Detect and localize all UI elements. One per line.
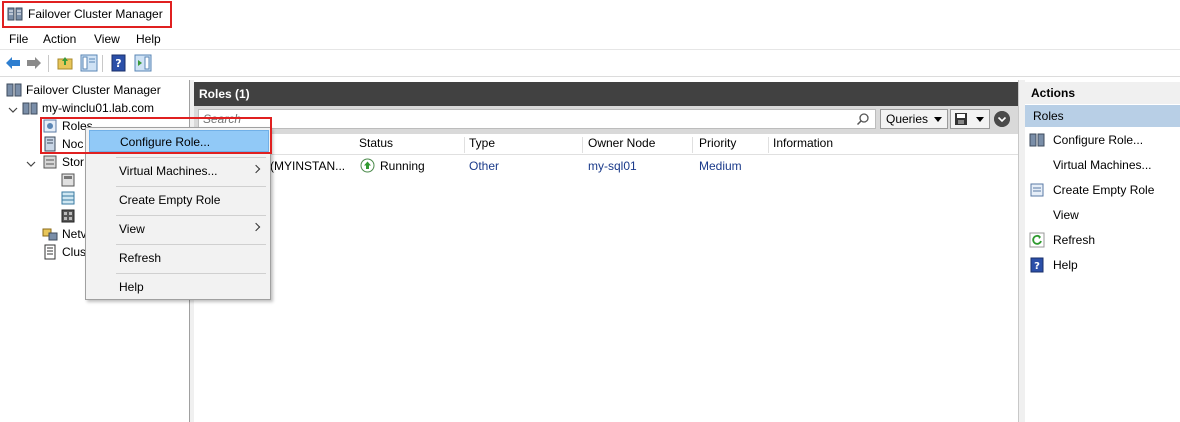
role-status-cell: Running (380, 159, 425, 173)
role-type-cell: Other (469, 159, 500, 173)
pane-splitter-right[interactable] (1018, 80, 1025, 422)
tree-node-storage[interactable]: Stor (42, 154, 84, 172)
queries-button[interactable]: Queries (880, 109, 948, 129)
column-separator[interactable] (582, 137, 583, 153)
tree-node-pools[interactable] (60, 190, 80, 208)
submenu-arrow-icon (251, 164, 261, 174)
storage-icon (43, 155, 57, 169)
column-header-information[interactable]: Information (773, 136, 833, 154)
running-status-icon (360, 158, 375, 173)
column-separator[interactable] (692, 137, 693, 153)
ctx-separator (116, 157, 266, 158)
action-create-empty-role[interactable]: Create Empty Role (1029, 182, 1154, 202)
svg-text:?: ? (115, 57, 121, 70)
column-header-priority[interactable]: Priority (699, 136, 736, 154)
pools-icon (61, 191, 75, 205)
networks-icon (42, 228, 58, 241)
ctx-separator (116, 244, 266, 245)
menu-file[interactable]: File (8, 32, 29, 46)
column-header-type[interactable]: Type (469, 136, 495, 154)
ctx-help[interactable]: Help (89, 276, 269, 298)
toolbar-separator (102, 55, 103, 72)
toolbar-separator (48, 55, 49, 72)
help-icon: ? (1030, 257, 1044, 273)
forward-arrow-icon[interactable] (25, 54, 43, 72)
chevron-down-icon[interactable] (8, 105, 18, 115)
cluster-manager-icon (6, 83, 22, 97)
collapse-chevron-icon[interactable] (994, 111, 1010, 127)
tree-node-networks[interactable]: Netv (42, 226, 87, 244)
tree-node-disks[interactable] (60, 172, 80, 190)
window-title: Failover Cluster Manager (28, 7, 163, 21)
menu-bar: File Action View Help (0, 30, 1180, 50)
show-hide-action-pane-icon[interactable] (134, 54, 152, 72)
action-view[interactable]: View (1029, 207, 1079, 227)
ctx-separator (116, 186, 266, 187)
cluster-manager-icon (7, 7, 23, 21)
ctx-virtual-machines[interactable]: Virtual Machines... (89, 160, 269, 182)
tree-node-cluster[interactable]: my-winclu01.lab.com (22, 100, 154, 118)
ctx-create-empty-role[interactable]: Create Empty Role (89, 189, 269, 211)
help-icon[interactable]: ? (110, 54, 128, 72)
tree-node-root[interactable]: Failover Cluster Manager (6, 82, 161, 100)
menu-action[interactable]: Action (42, 32, 77, 46)
action-configure-role[interactable]: Configure Role... (1029, 132, 1143, 152)
create-empty-role-icon (1030, 183, 1044, 197)
svg-text:?: ? (1034, 261, 1040, 272)
role-owner-node-cell: my-sql01 (588, 159, 637, 173)
column-separator[interactable] (464, 137, 465, 153)
toolbar: ? (0, 51, 1180, 77)
search-bar: Queries (194, 106, 1018, 134)
tree-node-cluster-events[interactable]: Clus (42, 244, 86, 262)
cluster-icon (22, 102, 38, 115)
save-icon (955, 113, 967, 125)
cluster-events-icon (44, 244, 56, 260)
chevron-down-icon[interactable] (26, 159, 36, 169)
title-bar: Failover Cluster Manager (0, 0, 1180, 30)
ctx-separator (116, 273, 266, 274)
dropdown-arrow-icon (976, 117, 984, 122)
column-header-status[interactable]: Status (359, 136, 393, 154)
refresh-icon (1029, 232, 1045, 248)
show-hide-console-tree-icon[interactable] (80, 54, 98, 72)
search-input[interactable] (198, 109, 876, 129)
roles-highlight-box (40, 117, 272, 154)
actions-pane: Actions Roles Configure Role... Virtual … (1025, 82, 1180, 422)
ctx-view[interactable]: View (89, 218, 269, 240)
column-separator[interactable] (768, 137, 769, 153)
ctx-separator (116, 215, 266, 216)
role-priority-cell: Medium (699, 159, 742, 173)
action-virtual-machines[interactable]: Virtual Machines... (1029, 157, 1152, 177)
ctx-refresh[interactable]: Refresh (89, 247, 269, 269)
search-icon[interactable] (856, 112, 870, 126)
roles-pane: Roles (1) Queries Status Type Owner Node (194, 82, 1018, 422)
up-folder-icon[interactable] (56, 54, 74, 72)
save-query-button[interactable] (950, 109, 990, 129)
dropdown-arrow-icon (934, 117, 942, 122)
roles-pane-header: Roles (1) (194, 82, 1018, 106)
column-header-owner-node[interactable]: Owner Node (588, 136, 655, 154)
menu-view[interactable]: View (93, 32, 121, 46)
action-help[interactable]: ? Help (1029, 257, 1078, 277)
menu-help[interactable]: Help (135, 32, 162, 46)
enclosures-icon (61, 209, 75, 223)
action-refresh[interactable]: Refresh (1029, 232, 1095, 252)
roles-pane-title: Roles (1) (199, 87, 250, 101)
back-arrow-icon[interactable] (4, 54, 22, 72)
disks-icon (61, 173, 75, 187)
actions-section-roles[interactable]: Roles (1025, 105, 1180, 127)
column-header-divider (194, 154, 1018, 155)
actions-pane-title: Actions (1025, 82, 1180, 104)
configure-role-icon (1029, 133, 1045, 147)
submenu-arrow-icon (251, 222, 261, 232)
tree-node-enclosures[interactable] (60, 208, 80, 226)
